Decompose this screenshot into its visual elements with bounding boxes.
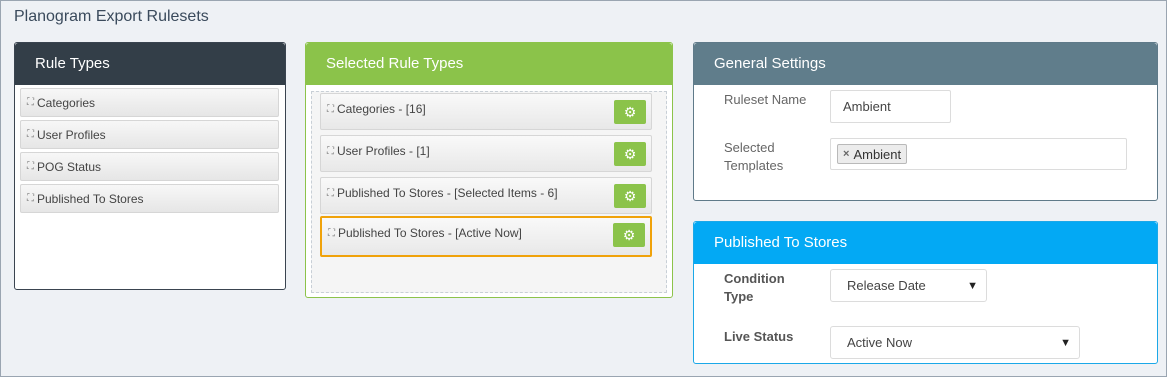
rule-types-header: Rule Types <box>15 43 285 85</box>
condition-type-value: Release Date <box>847 278 926 293</box>
selected-rule-types-panel: Selected Rule Types ⛶ Categories - [16] … <box>305 42 673 298</box>
condition-type-label-line2: Type <box>724 289 754 304</box>
live-status-select[interactable]: Active Now ▼ <box>830 326 1080 359</box>
selected-rule-item-user-profiles[interactable]: ⛶ User Profiles - [1] ⚙ <box>320 135 652 172</box>
selected-rule-item-published-active-now[interactable]: ⛶ Published To Stores - [Active Now] ⚙ <box>320 216 652 257</box>
general-settings-header: General Settings <box>694 43 1157 85</box>
rule-settings-button[interactable]: ⚙ <box>614 184 646 208</box>
template-tag-label: Ambient <box>853 146 902 162</box>
rule-settings-button[interactable]: ⚙ <box>613 223 645 247</box>
condition-type-select[interactable]: Release Date ▼ <box>830 269 987 302</box>
rule-type-label: POG Status <box>37 159 102 174</box>
app-frame: Planogram Export Rulesets Rule Types ⛶ C… <box>0 0 1167 377</box>
rule-type-item-categories[interactable]: ⛶ Categories <box>20 88 279 117</box>
general-settings-panel: General Settings Ruleset Name Ambient Se… <box>693 42 1158 201</box>
chevron-down-icon: ▼ <box>1060 336 1071 349</box>
selected-rule-label: Categories - [16] <box>337 102 426 116</box>
selected-rule-item-categories[interactable]: ⛶ Categories - [16] ⚙ <box>320 93 652 130</box>
selected-rule-label: Published To Stores - [Active Now] <box>338 226 522 240</box>
template-tag: × Ambient <box>837 144 908 164</box>
rule-type-label: User Profiles <box>37 127 106 142</box>
drag-handle-icon[interactable]: ⛶ <box>327 146 334 157</box>
rule-types-list: ⛶ Categories ⛶ User Profiles ⛶ POG Statu… <box>15 85 285 213</box>
selected-rule-item-published-selected[interactable]: ⛶ Published To Stores - [Selected Items … <box>320 177 652 214</box>
selected-rule-label: User Profiles - [1] <box>337 144 430 158</box>
published-to-stores-panel: Published To Stores Condition Type Relea… <box>693 221 1158 364</box>
drag-handle-icon[interactable]: ⛶ <box>328 228 335 239</box>
drag-handle-icon[interactable]: ⛶ <box>27 90 34 116</box>
live-status-value: Active Now <box>847 335 913 350</box>
rule-type-item-published-to-stores[interactable]: ⛶ Published To Stores <box>20 184 279 213</box>
condition-type-label: Condition Type <box>724 270 785 306</box>
selected-templates-input[interactable]: × Ambient <box>830 138 1127 170</box>
gear-icon: ⚙ <box>623 187 637 204</box>
ruleset-name-value: Ambient <box>843 99 891 114</box>
rule-settings-button[interactable]: ⚙ <box>614 100 646 124</box>
drag-handle-icon[interactable]: ⛶ <box>327 188 334 199</box>
selected-rule-label: Published To Stores - [Selected Items - … <box>337 186 558 200</box>
live-status-label: Live Status <box>724 329 794 344</box>
drag-handle-icon[interactable]: ⛶ <box>27 186 34 212</box>
published-to-stores-header: Published To Stores <box>694 222 1157 264</box>
drag-handle-icon[interactable]: ⛶ <box>27 154 34 180</box>
gear-icon: ⚙ <box>622 226 636 243</box>
selected-rule-types-header: Selected Rule Types <box>306 43 672 85</box>
gear-icon: ⚙ <box>623 103 637 120</box>
page-title: Planogram Export Rulesets <box>14 8 209 25</box>
rule-type-label: Categories <box>37 95 96 110</box>
rule-settings-button[interactable]: ⚙ <box>614 142 646 166</box>
ruleset-name-label: Ruleset Name <box>724 92 807 107</box>
selected-templates-label-line1: Selected <box>724 140 775 155</box>
chevron-down-icon: ▼ <box>967 279 978 292</box>
condition-type-label-line1: Condition <box>724 271 785 286</box>
rule-types-panel: Rule Types ⛶ Categories ⛶ User Profiles … <box>14 42 286 290</box>
close-icon[interactable]: × <box>843 148 849 160</box>
gear-icon: ⚙ <box>623 145 637 162</box>
selected-templates-label: Selected Templates <box>724 139 783 175</box>
rule-type-item-pog-status[interactable]: ⛶ POG Status <box>20 152 279 181</box>
rule-type-label: Published To Stores <box>37 191 144 206</box>
rule-type-item-user-profiles[interactable]: ⛶ User Profiles <box>20 120 279 149</box>
drag-handle-icon[interactable]: ⛶ <box>27 122 34 148</box>
drag-handle-icon[interactable]: ⛶ <box>327 104 334 115</box>
ruleset-name-input[interactable]: Ambient <box>830 90 951 123</box>
selected-templates-label-line2: Templates <box>724 158 784 173</box>
